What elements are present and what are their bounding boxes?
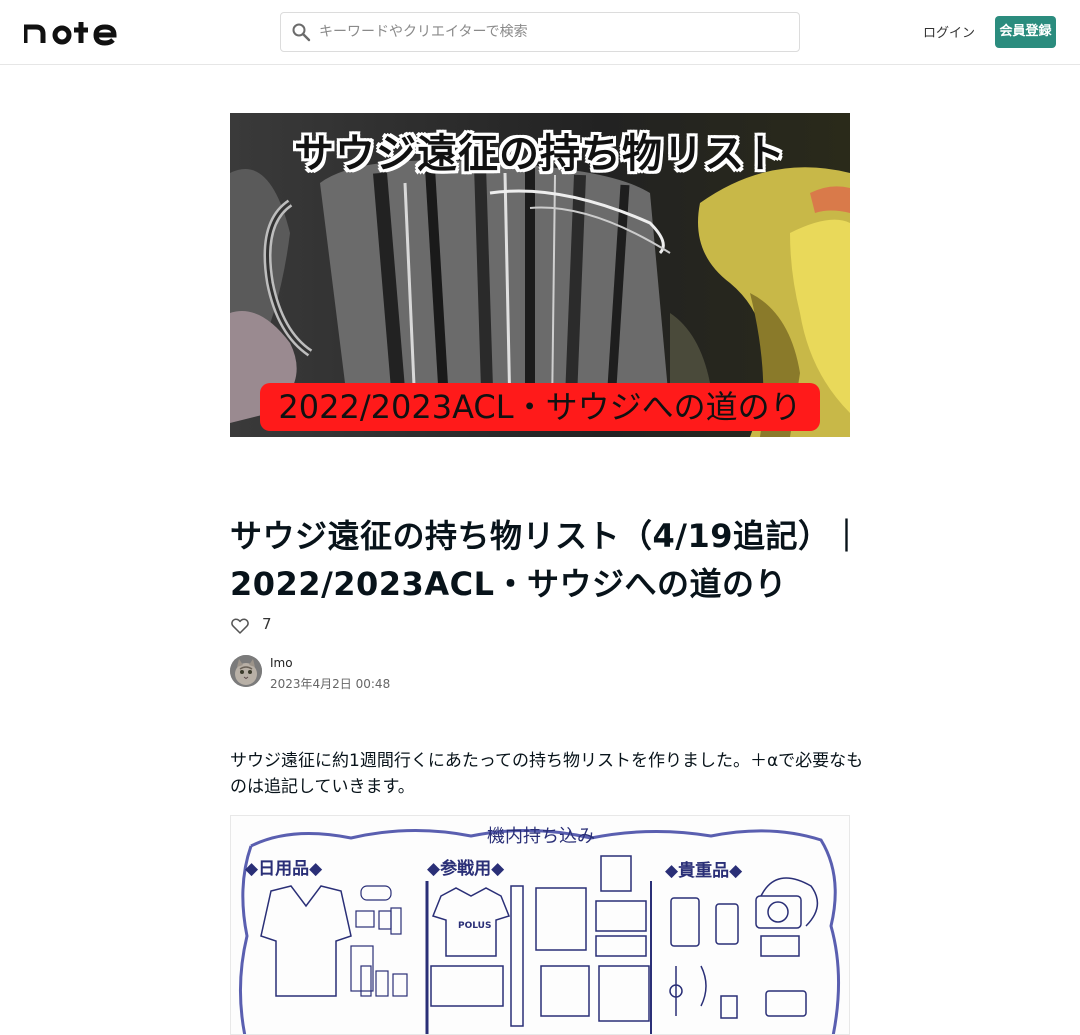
illustration-category-daily: ◆日用品◆ [245, 859, 323, 879]
illustration-category-match: ◆参戦用◆ [427, 859, 505, 879]
illustration-category-valuables: ◆貴重品◆ [665, 861, 743, 881]
avatar[interactable] [230, 655, 262, 687]
article-hero-image: サウジ遠征の持ち物リスト 2022/2023ACL・サウジへの道のり [230, 113, 850, 437]
hero-title-text: サウジ遠征の持ち物リスト [294, 131, 786, 177]
like-widget: 7 [230, 614, 290, 638]
article-body-intro: サウジ遠征に約1週間行くにあたっての持ち物リストを作りました。＋αで必要なものは… [230, 751, 864, 797]
post-date: 2023年4月2日 00:48 [270, 677, 391, 691]
login-link[interactable]: ログイン [920, 22, 978, 42]
illustration-heading: 機内持ち込み [487, 826, 595, 847]
like-count[interactable]: 7 [262, 615, 272, 633]
search-icon[interactable] [291, 22, 311, 42]
article-title: サウジ遠征の持ち物リスト（4/19追記）｜ 2022/2023ACL・サウジへの… [230, 512, 870, 608]
illustration-drawing: POLUS [238, 829, 841, 1034]
packing-list-illustration: POLUS 機内持ち込み ◆日用品◆ ◆参戦用◆ ◆貴重品◆ [230, 815, 850, 1035]
article-title-line-2: 2022/2023ACL・サウジへの道のり [230, 565, 787, 603]
avatar-cat-icon [230, 655, 262, 687]
search-input[interactable] [319, 13, 789, 51]
author-info: Imo 2023年4月2日 00:48 [230, 655, 530, 691]
hero-subtitle-text: 2022/2023ACL・サウジへの道のり [260, 383, 820, 431]
author-name[interactable]: Imo [270, 656, 293, 670]
note-logo[interactable] [22, 18, 124, 46]
article-title-line-1: サウジ遠征の持ち物リスト（4/19追記）｜ [230, 517, 863, 555]
note-logo-mark [22, 22, 117, 46]
signup-button[interactable]: 会員登録 [995, 16, 1056, 48]
heart-icon[interactable] [230, 616, 250, 636]
site-header: ログイン 会員登録 [0, 0, 1080, 65]
search-box [280, 12, 800, 52]
svg-text:POLUS: POLUS [458, 921, 491, 931]
